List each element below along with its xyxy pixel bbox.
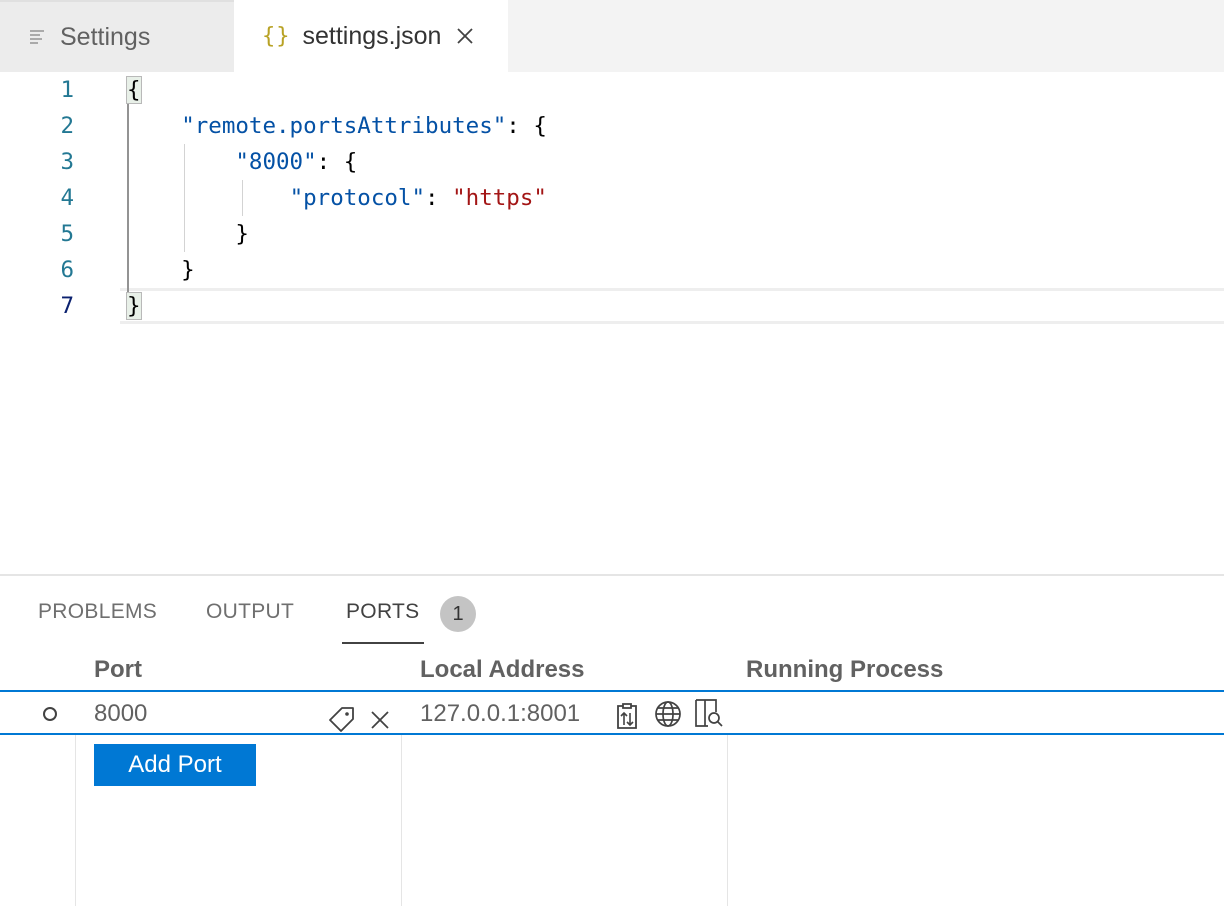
column-header-port[interactable]: Port bbox=[94, 656, 142, 684]
code-line[interactable]: 5 } bbox=[0, 216, 1224, 252]
matching-bracket: { bbox=[126, 76, 142, 104]
code-line[interactable]: 6 } bbox=[0, 252, 1224, 288]
line-number: 5 bbox=[60, 221, 74, 247]
code-text: } bbox=[127, 221, 249, 247]
panel-tabs: PROBLEMS OUTPUT PORTS 1 bbox=[0, 576, 1224, 646]
code-editor[interactable]: 1{2 "remote.portsAttributes": {3 "8000":… bbox=[0, 72, 1224, 574]
line-number: 4 bbox=[60, 185, 74, 211]
code-line[interactable]: 3 "8000": { bbox=[0, 144, 1224, 180]
local-address-cell[interactable]: 127.0.0.1:8001 bbox=[420, 700, 580, 728]
close-icon[interactable] bbox=[455, 26, 475, 46]
tab-ports[interactable]: PORTS bbox=[346, 600, 419, 624]
tab-settings-json[interactable]: {} settings.json bbox=[234, 0, 508, 72]
code-line[interactable]: 7} bbox=[0, 288, 1224, 324]
column-header-local-address[interactable]: Local Address bbox=[420, 656, 585, 684]
tab-problems[interactable]: PROBLEMS bbox=[38, 600, 157, 624]
row-focus-border-top bbox=[0, 690, 1224, 692]
tab-settings-json-label: settings.json bbox=[302, 21, 442, 50]
port-cell: 8000 bbox=[94, 700, 148, 727]
code-line[interactable]: 4 "protocol": "https" bbox=[0, 180, 1224, 216]
globe-icon[interactable] bbox=[654, 700, 682, 728]
tab-settings[interactable]: Settings bbox=[0, 0, 234, 72]
code-text: "remote.portsAttributes": { bbox=[181, 113, 547, 139]
tab-settings-label: Settings bbox=[60, 22, 151, 51]
preview-in-editor-icon[interactable] bbox=[694, 698, 724, 728]
code-text: } bbox=[126, 292, 142, 320]
code-text: "protocol": "https" bbox=[289, 185, 547, 211]
tab-output[interactable]: OUTPUT bbox=[206, 600, 294, 624]
stop-forwarding-icon[interactable] bbox=[370, 710, 390, 730]
line-number: 2 bbox=[60, 113, 74, 139]
code-line[interactable]: 2 "remote.portsAttributes": { bbox=[0, 108, 1224, 144]
active-tab-indicator bbox=[342, 642, 424, 644]
code-line[interactable]: 1{ bbox=[0, 72, 1224, 108]
line-number: 1 bbox=[60, 77, 74, 103]
matching-bracket: } bbox=[126, 292, 142, 320]
code-text: "8000": { bbox=[235, 149, 358, 175]
label-tag-icon[interactable] bbox=[326, 704, 356, 732]
line-number: 6 bbox=[60, 257, 74, 283]
table-row[interactable] bbox=[0, 692, 1224, 734]
bottom-panel: PROBLEMS OUTPUT PORTS 1 Port Local Addre… bbox=[0, 574, 1224, 906]
row-focus-border-bottom bbox=[0, 733, 1224, 735]
copy-address-icon[interactable] bbox=[614, 700, 640, 730]
json-braces-icon: {} bbox=[262, 23, 291, 49]
line-number: 3 bbox=[60, 149, 74, 175]
ports-count-badge: 1 bbox=[440, 596, 476, 632]
settings-list-icon bbox=[28, 28, 48, 46]
column-header-running-process[interactable]: Running Process bbox=[746, 656, 943, 684]
line-number: 7 bbox=[60, 293, 74, 319]
add-port-button[interactable]: Add Port bbox=[94, 744, 256, 786]
code-text: { bbox=[126, 76, 142, 104]
code-text: } bbox=[127, 257, 195, 283]
port-status-icon bbox=[43, 707, 57, 721]
editor-tab-bar: Settings {} settings.json bbox=[0, 0, 1224, 72]
